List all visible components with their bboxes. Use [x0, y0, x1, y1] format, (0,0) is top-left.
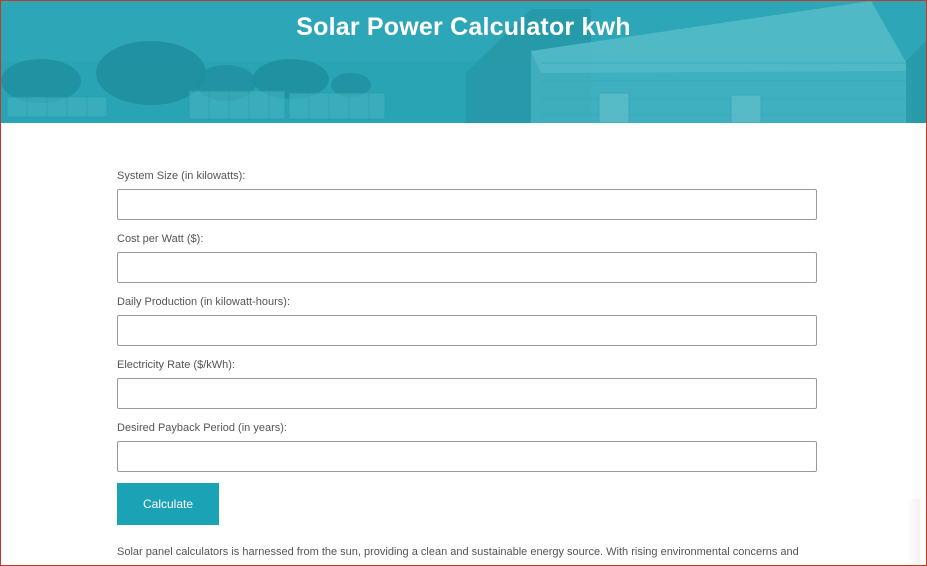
calculate-button[interactable]: Calculate	[117, 483, 219, 525]
electricity-rate-input[interactable]	[117, 378, 817, 409]
payback-period-input[interactable]	[117, 441, 817, 472]
electricity-rate-label: Electricity Rate ($/kWh):	[117, 359, 235, 371]
system-size-input[interactable]	[117, 189, 817, 220]
system-size-label: System Size (in kilowatts):	[117, 170, 246, 182]
page-title: Solar Power Calculator kwh	[296, 13, 631, 41]
cost-per-watt-label: Cost per Watt ($):	[117, 233, 204, 245]
daily-production-input[interactable]	[117, 315, 817, 346]
daily-production-label: Daily Production (in kilowatt-hours):	[117, 296, 291, 308]
page-frame: Solar Power Calculator kwh System Size (…	[0, 0, 927, 566]
description-text: Solar panel calculators is harnessed fro…	[117, 546, 799, 558]
scroll-edge	[906, 499, 920, 565]
payback-period-label: Desired Payback Period (in years):	[117, 422, 287, 434]
cost-per-watt-input[interactable]	[117, 252, 817, 283]
calculator-form: System Size (in kilowatts): Cost per Wat…	[117, 169, 817, 525]
header-banner: Solar Power Calculator kwh	[1, 1, 926, 123]
